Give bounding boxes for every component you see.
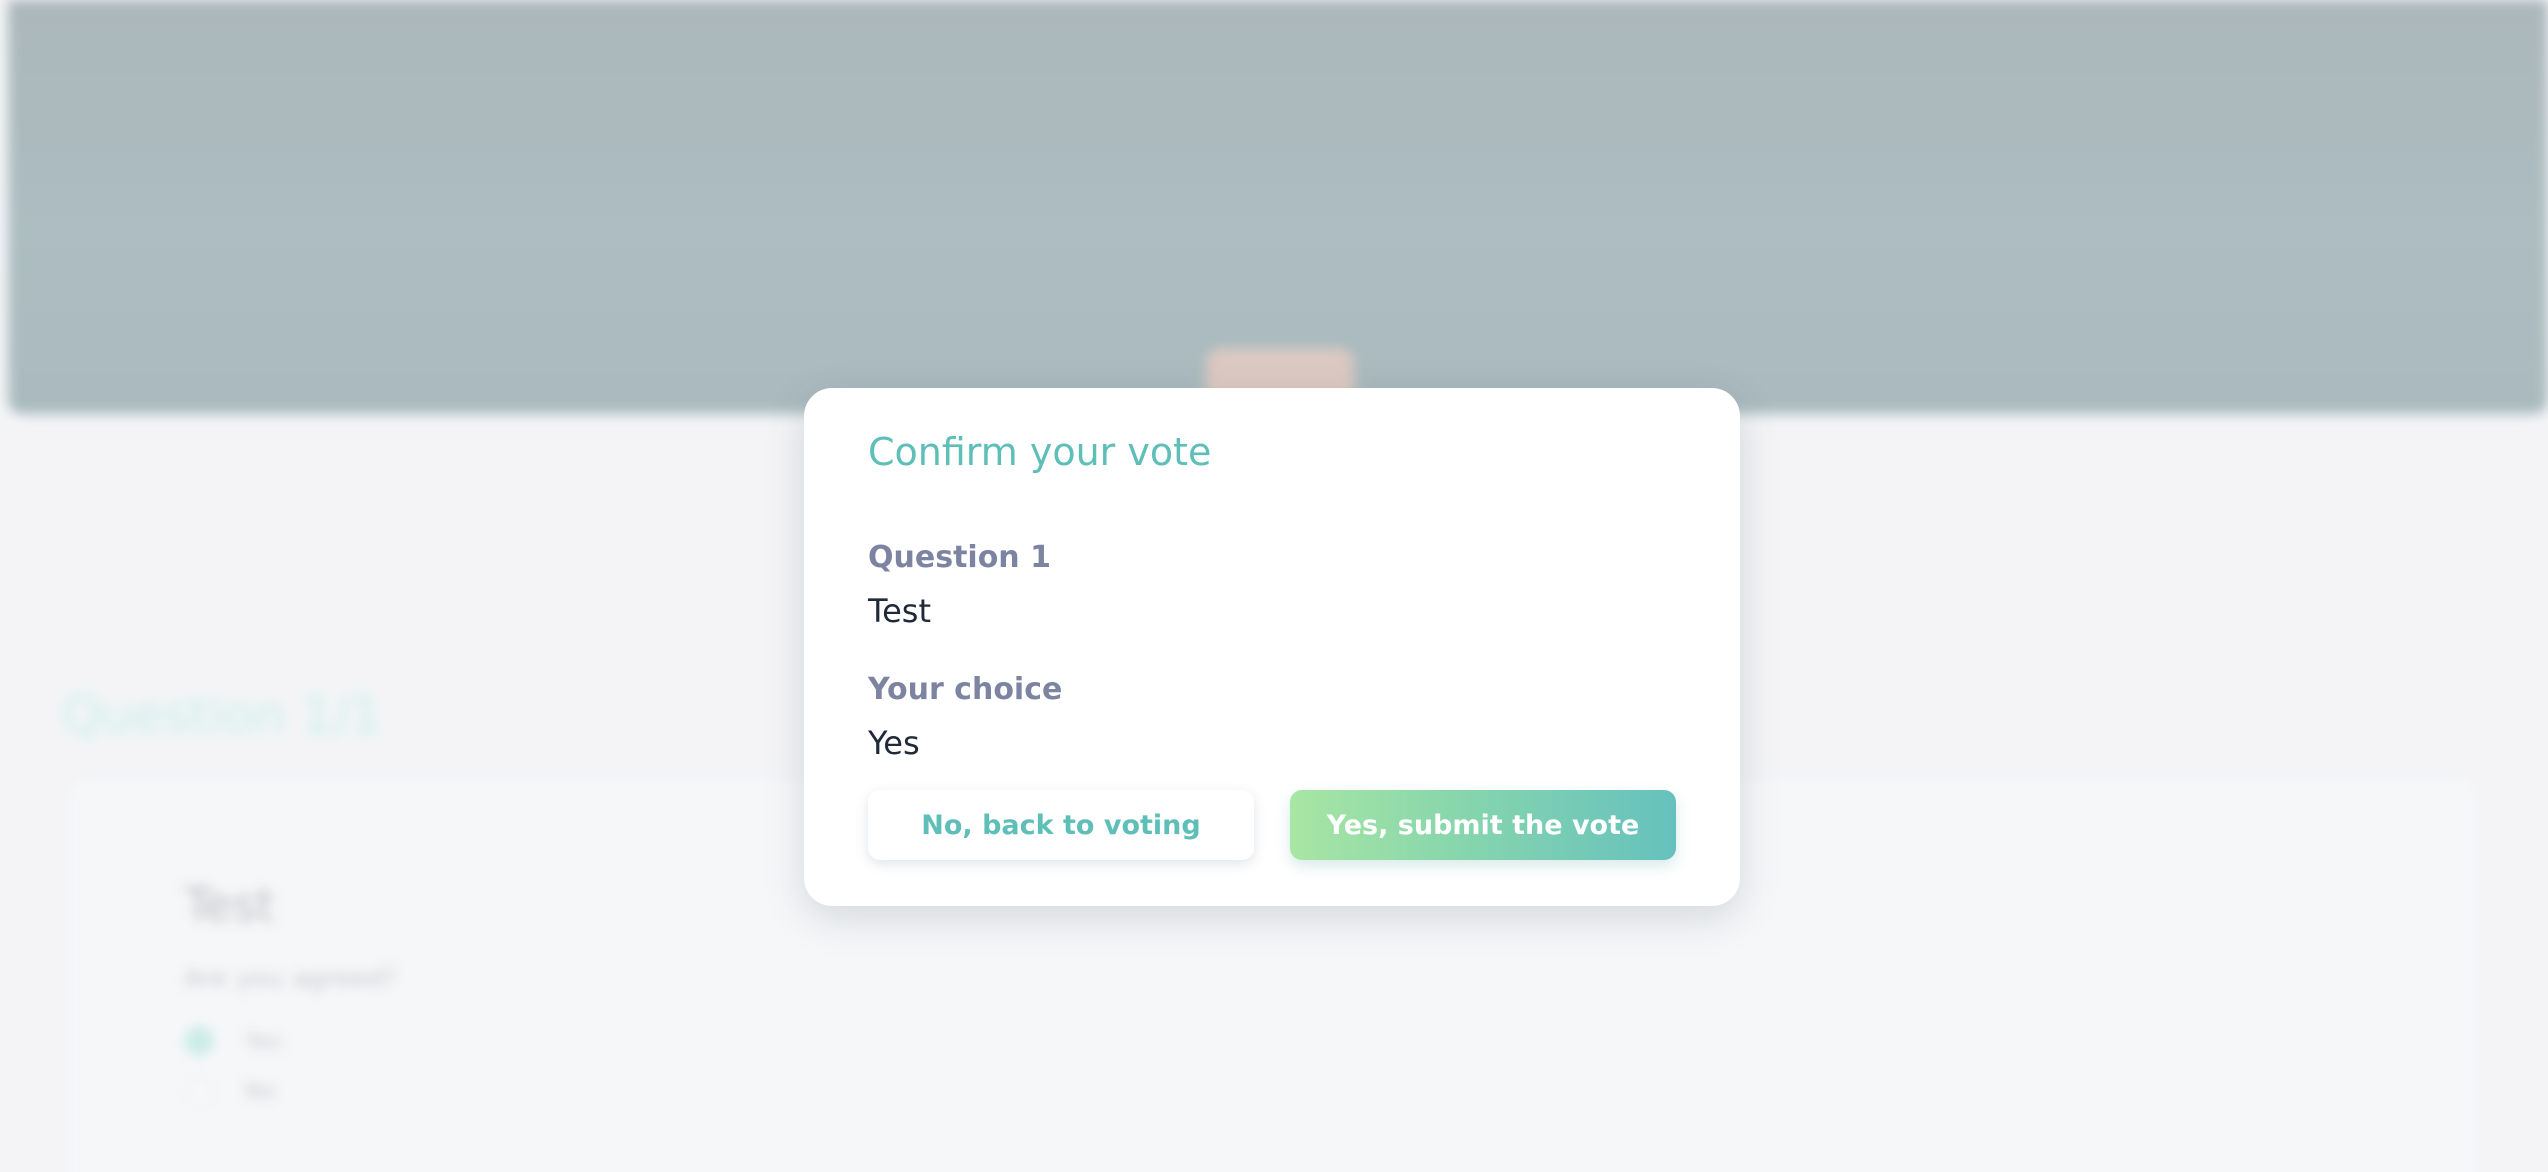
dialog-title: Confirm your vote — [868, 430, 1212, 474]
submit-vote-button[interactable]: Yes, submit the vote — [1290, 790, 1676, 860]
choice-label: Your choice — [868, 672, 1063, 707]
question-label: Question 1 — [868, 540, 1051, 575]
back-to-voting-button[interactable]: No, back to voting — [868, 790, 1254, 860]
confirm-vote-dialog: Confirm your vote Question 1 Test Your c… — [804, 388, 1740, 906]
choice-value: Yes — [868, 724, 920, 762]
page: Question 1/1 Test Are you agreed? Yes No… — [0, 0, 2548, 1172]
question-value: Test — [868, 592, 932, 630]
